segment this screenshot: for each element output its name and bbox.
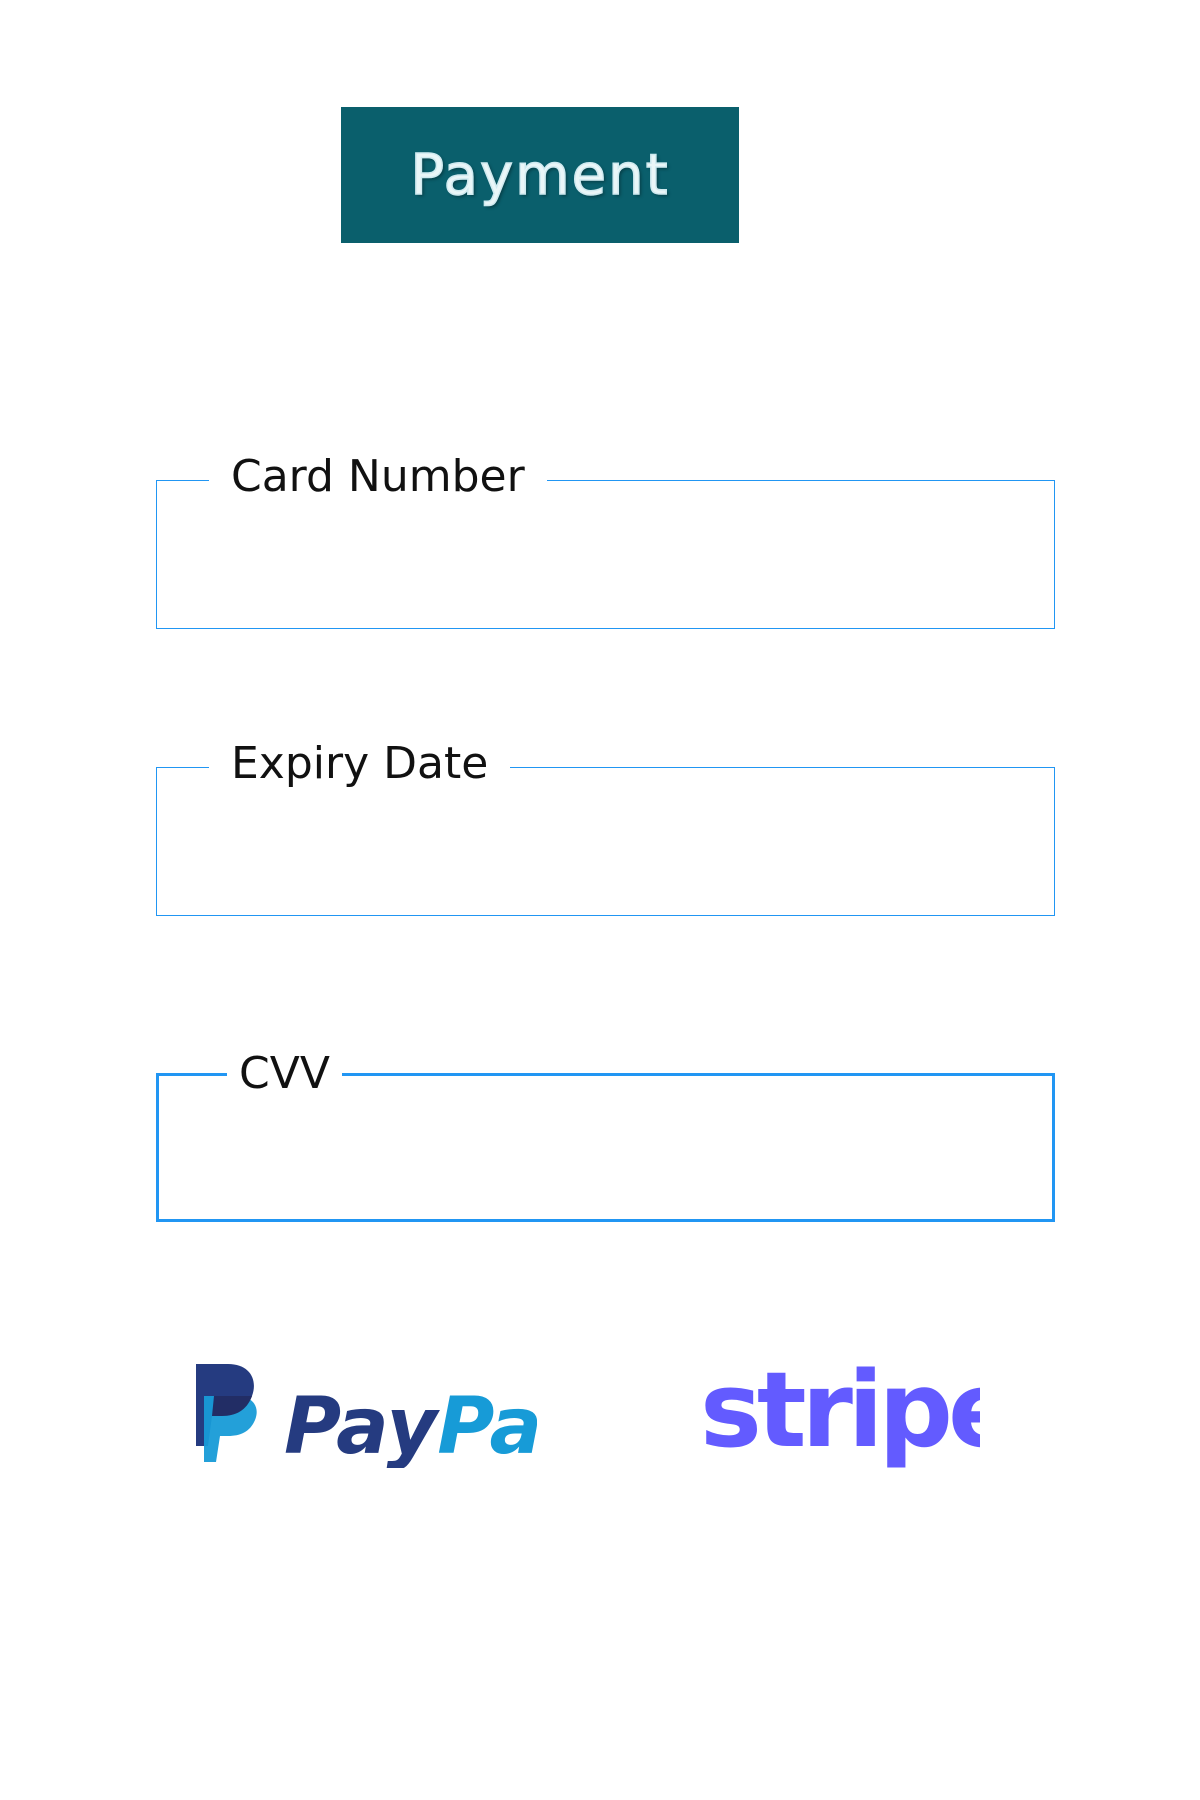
cvv-field[interactable]: CVV xyxy=(156,1052,1055,1222)
expiry-date-label: Expiry Date xyxy=(209,742,511,786)
paypal-logo[interactable]: PayPal xyxy=(192,1358,542,1468)
card-number-label: Card Number xyxy=(209,455,547,499)
card-number-input[interactable] xyxy=(181,521,1030,608)
page-title: Payment xyxy=(410,142,670,209)
card-number-field[interactable]: Card Number xyxy=(156,455,1055,629)
paypal-wordmark: PayPal xyxy=(284,1382,542,1468)
stripe-logo[interactable]: stripe xyxy=(700,1350,980,1480)
stripe-wordmark: stripe xyxy=(700,1350,980,1471)
expiry-date-field[interactable]: Expiry Date xyxy=(156,742,1055,916)
cvv-input[interactable] xyxy=(183,1116,1028,1199)
cvv-label: CVV xyxy=(227,1052,342,1096)
page-title-badge: Payment xyxy=(341,107,739,243)
expiry-date-input[interactable] xyxy=(181,808,1030,895)
